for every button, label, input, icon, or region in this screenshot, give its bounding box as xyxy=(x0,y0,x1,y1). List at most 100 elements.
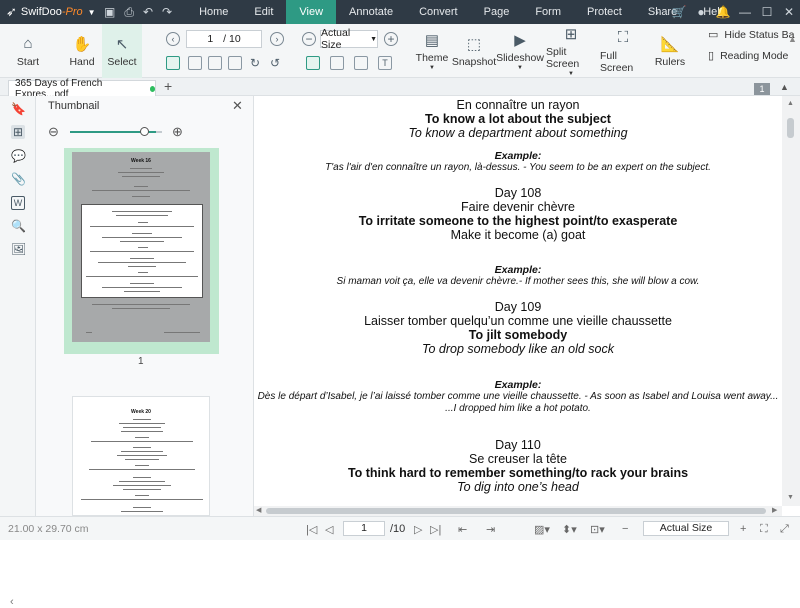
more-menu-icon[interactable]: › xyxy=(646,5,668,19)
split-screen-button[interactable]: ⊞ Split Screen ▼ xyxy=(546,24,596,78)
fit-width-icon[interactable] xyxy=(306,56,320,70)
document-line: Day 109 xyxy=(494,300,542,314)
document-line: To know a lot about the subject xyxy=(425,112,611,126)
text-view-icon[interactable]: T xyxy=(378,56,392,70)
document-tab-bar: 365 Days of French Expres...pdf + xyxy=(0,78,800,100)
menu-annotate[interactable]: Annotate xyxy=(336,0,406,24)
menu-form[interactable]: Form xyxy=(522,0,574,24)
vertical-scroll-thumb[interactable] xyxy=(787,118,794,138)
thumbnail-zoom-in-icon[interactable]: ⊕ xyxy=(172,124,183,140)
status-zoom-out-icon[interactable]: − xyxy=(622,523,628,535)
menu-view[interactable]: View xyxy=(286,0,337,24)
menu-edit[interactable]: Edit xyxy=(241,0,286,24)
scroll-right-arrow-icon[interactable]: ▶ xyxy=(772,506,777,514)
single-page-icon[interactable] xyxy=(166,56,180,70)
prev-page-icon[interactable]: ◁ xyxy=(325,523,333,536)
rotate-counterclockwise-icon[interactable]: ↺ xyxy=(268,56,282,70)
next-page-icon[interactable]: › xyxy=(270,32,284,46)
scroll-down-arrow-icon[interactable]: ▼ xyxy=(787,494,794,501)
swifdoo-logo-icon: ➶ xyxy=(6,4,17,19)
status-zoom-in-icon[interactable]: + xyxy=(740,523,746,535)
fit-page-icon[interactable] xyxy=(330,56,344,70)
page-navigator[interactable]: 1 / 10 xyxy=(186,30,262,48)
thumbnail-panel: Thumbnail ✕ ⊖ ⊕ Week 16 1 Week 20 xyxy=(36,96,254,516)
theme-button[interactable]: ▤ Theme ▼ xyxy=(414,24,450,78)
minimize-icon[interactable]: — xyxy=(734,5,756,19)
zoom-select[interactable]: Actual Size ▼ xyxy=(320,27,378,51)
zoom-out-icon[interactable]: − xyxy=(302,32,316,46)
image-icon[interactable]: 🖼 xyxy=(11,242,26,256)
back-view-icon[interactable]: ⇤ xyxy=(458,523,467,536)
menu-convert[interactable]: Convert xyxy=(406,0,471,24)
hide-status-bar-option[interactable]: ▭ Hide Status Ba xyxy=(708,28,794,42)
horizontal-scrollbar[interactable]: ◀ ▶ xyxy=(254,506,782,516)
attachment-icon[interactable]: 📎 xyxy=(11,172,26,186)
cart-icon[interactable]: 🛒 xyxy=(668,5,690,19)
reading-mode-option[interactable]: ▯ Reading Mode xyxy=(708,49,788,63)
undo-icon[interactable]: ↶ xyxy=(143,5,153,19)
menu-page[interactable]: Page xyxy=(471,0,523,24)
previous-page-icon[interactable]: ‹ xyxy=(166,32,180,46)
vertical-scrollbar[interactable]: ▲ ▼ xyxy=(782,96,800,506)
page-layout-icon[interactable]: ▨▾ xyxy=(534,523,550,536)
first-page-icon[interactable]: |◁ xyxy=(306,523,317,536)
thumbnail-page-1-heading: Week 16 xyxy=(131,158,151,164)
scroll-left-arrow-icon[interactable]: ◀ xyxy=(256,506,261,514)
close-window-icon[interactable]: ✕ xyxy=(778,5,800,19)
thumbnail-zoom-slider-handle[interactable] xyxy=(140,127,149,136)
comment-icon[interactable]: 💬 xyxy=(11,149,26,163)
thumbnail-page-2[interactable]: Week 20 xyxy=(72,396,210,516)
hand-icon: ✋ xyxy=(72,35,92,53)
status-page-input[interactable]: 1 xyxy=(343,521,385,536)
menu-home[interactable]: Home xyxy=(186,0,241,24)
horizontal-scroll-thumb[interactable] xyxy=(266,508,766,514)
document-view[interactable]: En connaître un rayon To know a lot about… xyxy=(254,96,782,506)
menu-protect[interactable]: Protect xyxy=(574,0,635,24)
collapse-sidebar-icon[interactable]: ‹ xyxy=(10,596,14,608)
document-line: En connaître un rayon xyxy=(456,98,580,112)
two-page-icon[interactable] xyxy=(208,56,222,70)
expand-icon[interactable]: ⤢ xyxy=(780,523,789,536)
new-tab-icon[interactable]: + xyxy=(164,78,172,94)
scroll-up-arrow-icon[interactable]: ▲ xyxy=(787,100,794,107)
status-zoom-select[interactable]: Actual Size xyxy=(643,521,729,536)
maximize-icon[interactable]: ☐ xyxy=(756,5,778,19)
rulers-button[interactable]: 📐 Rulers xyxy=(652,24,688,78)
redo-icon[interactable]: ↷ xyxy=(162,5,172,19)
select-tool-button[interactable]: ↖ Select xyxy=(102,24,142,78)
fit-window-icon[interactable]: ⛶ xyxy=(760,523,768,536)
toolbar-scroll-up-icon[interactable]: ▲ xyxy=(788,34,797,44)
continuous-page-icon[interactable] xyxy=(188,56,202,70)
forward-view-icon[interactable]: ⇥ xyxy=(486,523,495,536)
bookmark-icon[interactable]: 🔖 xyxy=(11,102,26,116)
snapshot-button[interactable]: ⬚ Snapshot xyxy=(452,24,496,78)
thumbnail-page-1[interactable]: Week 16 xyxy=(72,152,210,342)
thumbnail-icon[interactable]: ⊞ xyxy=(11,125,25,139)
full-screen-button[interactable]: ⛶ Full Screen xyxy=(600,24,646,78)
notification-bell-icon[interactable]: 🔔 xyxy=(712,5,734,19)
actual-size-icon[interactable] xyxy=(354,56,368,70)
document-tab[interactable]: 365 Days of French Expres...pdf xyxy=(8,78,156,100)
start-button[interactable]: ⌂ Start xyxy=(8,24,48,78)
zoom-in-icon[interactable]: + xyxy=(384,32,398,46)
menu-bar: ➶ SwifDoo -Pro ▼ ▣ ⎙ ↶ ↷ Home Edit View Anno… xyxy=(0,0,800,24)
hand-tool-button[interactable]: ✋ Hand xyxy=(62,24,102,78)
word-convert-icon[interactable]: W xyxy=(11,196,25,210)
snapshot-icon: ⬚ xyxy=(466,35,482,53)
search-icon[interactable]: 🔍 xyxy=(11,219,26,233)
print-icon[interactable]: ⎙ xyxy=(124,5,134,20)
rotate-clockwise-icon[interactable]: ↻ xyxy=(248,56,262,70)
fit-mode-icon[interactable]: ⊡▾ xyxy=(590,523,605,536)
thumbnail-zoom-out-icon[interactable]: ⊖ xyxy=(48,124,59,140)
close-panel-icon[interactable]: ✕ xyxy=(232,98,243,114)
last-page-icon[interactable]: ▷| xyxy=(430,523,441,536)
scroll-mode-icon[interactable]: ⬍▾ xyxy=(562,523,577,536)
app-menu-dropdown-icon[interactable]: ▼ xyxy=(88,8,96,17)
two-page-continuous-icon[interactable] xyxy=(228,56,242,70)
split-screen-label: Split Screen xyxy=(546,46,580,70)
save-icon[interactable]: ▣ xyxy=(104,5,115,19)
next-page-status-icon[interactable]: ▷ xyxy=(414,523,422,536)
slideshow-button[interactable]: ▶ Slideshow ▼ xyxy=(496,24,544,78)
account-icon[interactable]: ● xyxy=(690,5,712,19)
collapse-toolbar-icon[interactable]: ▲ xyxy=(780,82,789,92)
